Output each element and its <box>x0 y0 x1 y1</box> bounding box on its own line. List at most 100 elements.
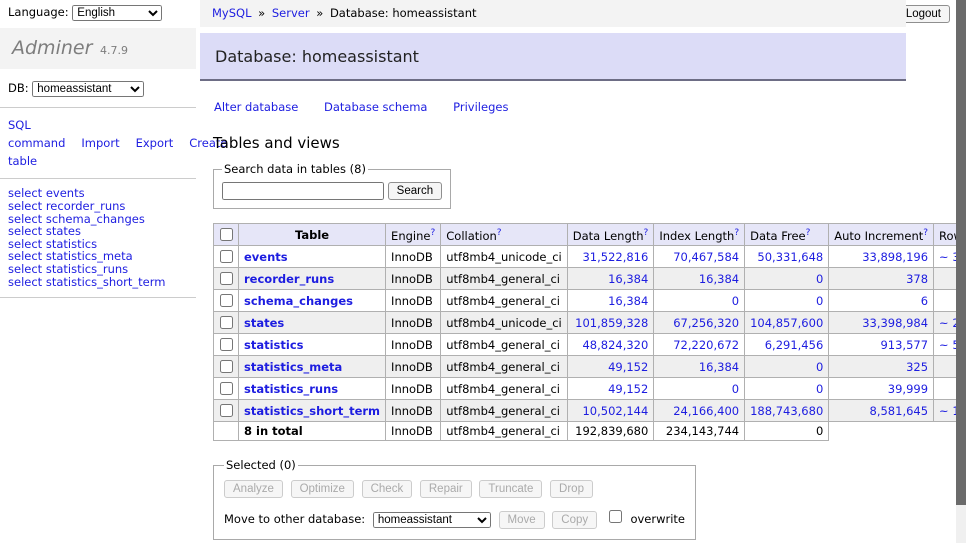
alter-database-link[interactable]: Alter database <box>214 100 298 114</box>
engine-cell: InnoDB <box>386 422 441 441</box>
collation-cell: utf8mb4_general_ci <box>441 334 568 356</box>
index-length-cell: 0 <box>654 290 745 312</box>
table-link[interactable]: schema_changes <box>244 294 353 308</box>
sidebar-export-link[interactable]: Export <box>136 136 174 150</box>
sidebar-sql-command-link[interactable]: SQL command <box>8 118 65 150</box>
column-header-index-length: Index Length? <box>654 224 745 246</box>
scrollbar-track[interactable] <box>956 0 966 543</box>
selected-fieldset: Selected (0) Analyze Optimize Check Repa… <box>213 458 696 540</box>
table-row: events InnoDB utf8mb4_unicode_ci 31,522,… <box>214 246 966 268</box>
breadcrumb-current: Database: homeassistant <box>330 6 477 20</box>
row-checkbox[interactable] <box>220 272 233 285</box>
scrollbar-thumb[interactable] <box>956 0 966 505</box>
help-icon[interactable]: ? <box>497 228 502 238</box>
check-button[interactable]: Check <box>362 480 413 498</box>
optimize-button[interactable]: Optimize <box>291 480 354 498</box>
auto-increment-cell: 913,577 <box>829 334 934 356</box>
adminer-screen: Language: English Logout Adminer 4.7.9 D… <box>0 0 966 543</box>
copy-button[interactable]: Copy <box>552 511 597 529</box>
collation-cell: utf8mb4_unicode_ci <box>441 312 568 334</box>
move-row: Move to other database: homeassistant Mo… <box>224 507 685 529</box>
repair-button[interactable]: Repair <box>420 480 472 498</box>
help-icon[interactable]: ? <box>923 228 928 238</box>
overwrite-label: overwrite <box>630 512 685 526</box>
auto-increment-cell: 378 <box>829 268 934 290</box>
data-free-cell: 0 <box>745 422 829 441</box>
table-link[interactable]: statistics_meta <box>244 360 342 374</box>
collation-cell: utf8mb4_general_ci <box>441 422 568 441</box>
selected-legend: Selected (0) <box>224 458 298 472</box>
row-checkbox[interactable] <box>220 294 233 307</box>
column-header-data-free: Data Free? <box>745 224 829 246</box>
table-row: states InnoDB utf8mb4_unicode_ci 101,859… <box>214 312 966 334</box>
search-fieldset: Search data in tables (8) Search <box>213 162 451 209</box>
data-length-cell: 49,152 <box>567 378 654 400</box>
db-label: DB: <box>8 81 29 95</box>
data-length-cell: 10,502,144 <box>567 400 654 422</box>
truncate-button[interactable]: Truncate <box>479 480 542 498</box>
column-header-collation: Collation? <box>441 224 568 246</box>
table-link[interactable]: recorder_runs <box>244 272 334 286</box>
move-label: Move to other database: <box>224 512 365 526</box>
sidebar-table-links: select events select recorder_runs selec… <box>0 179 196 298</box>
table-row: statistics InnoDB utf8mb4_general_ci 48,… <box>214 334 966 356</box>
privileges-link[interactable]: Privileges <box>453 100 508 114</box>
collation-cell: utf8mb4_general_ci <box>441 356 568 378</box>
sidebar: Adminer 4.7.9 DB: homeassistant SQL comm… <box>0 28 196 298</box>
collation-cell: utf8mb4_unicode_ci <box>441 246 568 268</box>
help-icon[interactable]: ? <box>734 228 739 238</box>
table-link[interactable]: statistics_short_term <box>244 404 380 418</box>
sidebar-import-link[interactable]: Import <box>81 136 119 150</box>
row-checkbox[interactable] <box>220 404 233 417</box>
table-link[interactable]: events <box>244 250 288 264</box>
sidebar-actions: SQL commandImportExportCreate table <box>0 108 196 179</box>
row-checkbox[interactable] <box>220 360 233 373</box>
sidebar-item-select-recorder-runs[interactable]: select recorder_runs <box>8 200 188 213</box>
row-checkbox[interactable] <box>220 316 233 329</box>
search-input[interactable] <box>222 182 384 200</box>
table-row: statistics_meta InnoDB utf8mb4_general_c… <box>214 356 966 378</box>
db-select[interactable]: homeassistant <box>32 81 144 97</box>
table-link[interactable]: statistics_runs <box>244 382 338 396</box>
breadcrumb-mysql-link[interactable]: MySQL <box>212 6 252 20</box>
adminer-version: 4.7.9 <box>100 44 128 57</box>
database-schema-link[interactable]: Database schema <box>324 100 427 114</box>
sidebar-item-select-states[interactable]: select states <box>8 225 188 238</box>
analyze-button[interactable]: Analyze <box>224 480 283 498</box>
overwrite-checkbox[interactable] <box>609 510 622 523</box>
table-row: statistics_runs InnoDB utf8mb4_general_c… <box>214 378 966 400</box>
select-all-checkbox[interactable] <box>220 228 233 241</box>
breadcrumb-server-link[interactable]: Server <box>272 6 310 20</box>
row-checkbox[interactable] <box>220 338 233 351</box>
language-row: Language: English <box>8 5 162 21</box>
search-button[interactable]: Search <box>388 182 442 200</box>
table-link[interactable]: states <box>244 316 284 330</box>
auto-increment-cell: 33,898,196 <box>829 246 934 268</box>
data-length-cell: 49,152 <box>567 356 654 378</box>
index-length-cell: 67,256,320 <box>654 312 745 334</box>
adminer-logo: Adminer 4.7.9 <box>0 28 196 69</box>
data-length-cell: 192,839,680 <box>567 422 654 441</box>
auto-increment-cell: 8,581,645 <box>829 400 934 422</box>
column-header-auto-increment: Auto Increment? <box>829 224 934 246</box>
help-icon[interactable]: ? <box>430 228 435 238</box>
column-header-data-length: Data Length? <box>567 224 654 246</box>
table-row: statistics_short_term InnoDB utf8mb4_gen… <box>214 400 966 422</box>
help-icon[interactable]: ? <box>806 228 811 238</box>
language-select[interactable]: English <box>72 5 162 21</box>
collation-cell: utf8mb4_general_ci <box>441 400 568 422</box>
sidebar-item-select-statistics-short-term[interactable]: select statistics_short_term <box>8 276 188 289</box>
table-row: schema_changes InnoDB utf8mb4_general_ci… <box>214 290 966 312</box>
help-icon[interactable]: ? <box>644 228 649 238</box>
table-link[interactable]: statistics <box>244 338 304 352</box>
content: MySQL » Server » Database: homeassistant… <box>200 0 906 543</box>
drop-button[interactable]: Drop <box>550 480 593 498</box>
search-legend: Search data in tables (8) <box>222 162 368 176</box>
sidebar-item-select-statistics-runs[interactable]: select statistics_runs <box>8 263 188 276</box>
row-checkbox[interactable] <box>220 382 233 395</box>
move-button[interactable]: Move <box>499 511 545 529</box>
row-checkbox[interactable] <box>220 250 233 263</box>
data-length-cell: 31,522,816 <box>567 246 654 268</box>
move-database-select[interactable]: homeassistant <box>373 512 491 528</box>
language-label: Language: <box>8 5 69 19</box>
